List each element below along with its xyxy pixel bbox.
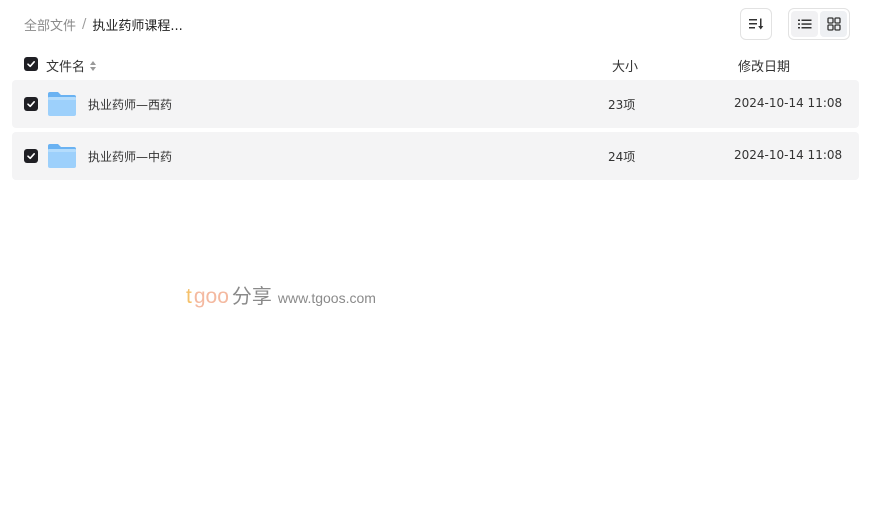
watermark-brand-t: t [186, 285, 192, 308]
file-size: 23项 [608, 98, 636, 112]
grid-view-button[interactable] [820, 11, 847, 37]
row-checkbox[interactable] [24, 149, 38, 163]
watermark: t goo 分享 www.tgoos.com [186, 280, 376, 310]
table-header: 文件名 大小 修改日期 [12, 52, 859, 76]
column-header-name[interactable]: 文件名 [46, 56, 97, 75]
view-toggle [788, 8, 850, 40]
table-row[interactable]: 执业药师—西药 23项 2024-10-14 11:08 [12, 80, 859, 128]
file-browser: 全部文件 / 执业药师课程... 文件名 大小 修改日期 执业药师—西药 23项… [0, 0, 874, 514]
check-icon [27, 61, 35, 68]
folder-icon [48, 92, 76, 116]
file-date: 2024-10-14 11:08 [734, 96, 843, 110]
file-date: 2024-10-14 11:08 [734, 148, 843, 162]
column-header-size: 大小 [612, 60, 639, 75]
watermark-url: www.tgoos.com [277, 290, 376, 306]
column-header-name-label: 文件名 [46, 60, 86, 75]
table-row[interactable]: 执业药师—中药 24项 2024-10-14 11:08 [12, 132, 859, 180]
sort-toggle-icon [90, 60, 97, 71]
file-name[interactable]: 执业药师—中药 [88, 148, 172, 165]
select-all-checkbox[interactable] [24, 57, 38, 71]
breadcrumb-current: 执业药师课程... [92, 18, 183, 34]
column-header-date: 修改日期 [738, 60, 791, 75]
breadcrumb-root-link[interactable]: 全部文件 [24, 15, 76, 34]
folder-icon [48, 144, 76, 168]
breadcrumb: 全部文件 / 执业药师课程... [24, 14, 183, 34]
list-view-icon [797, 19, 811, 29]
watermark-brand-goo: goo [193, 285, 229, 308]
file-name[interactable]: 执业药师—西药 [88, 96, 172, 113]
grid-view-icon [826, 17, 841, 31]
list-view-button[interactable] [791, 11, 818, 37]
breadcrumb-separator: / [82, 16, 87, 32]
sort-button[interactable] [740, 8, 772, 40]
check-icon [27, 101, 35, 108]
check-icon [27, 153, 35, 160]
row-checkbox[interactable] [24, 97, 38, 111]
sort-icon [749, 18, 764, 30]
file-size: 24项 [608, 150, 636, 164]
watermark-brand-share: 分享 [231, 284, 272, 308]
